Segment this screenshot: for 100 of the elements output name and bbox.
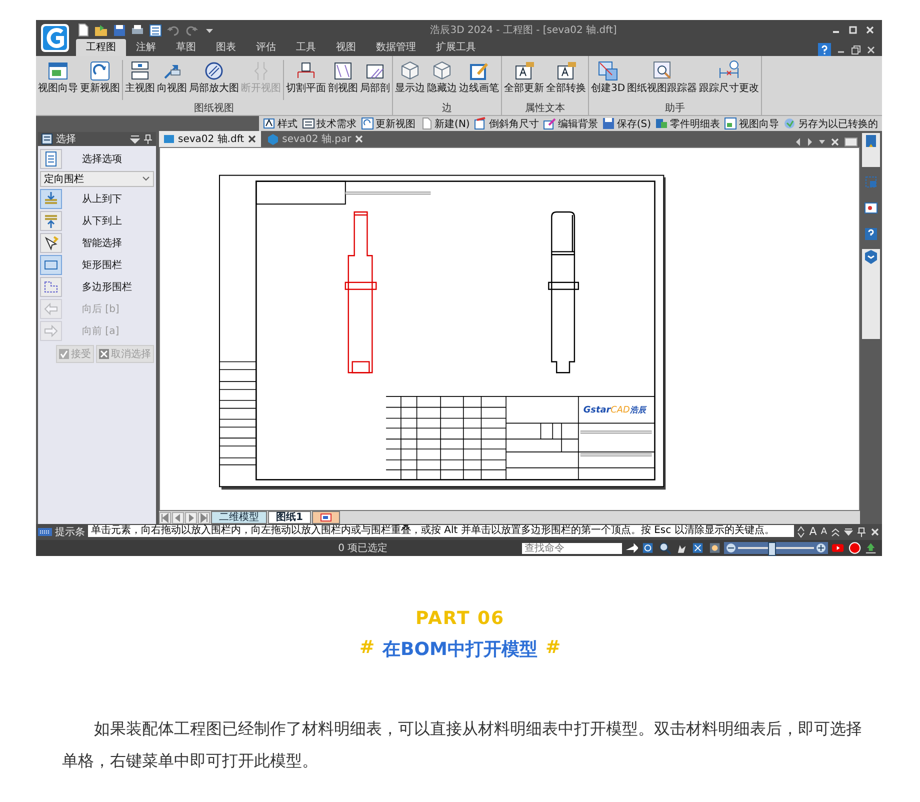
play-icon[interactable] [831,541,845,555]
sheet-nav-button[interactable] [185,512,197,524]
tool-label: 矩形围栏 [82,258,122,272]
toolbar-button[interactable]: 编辑背景 [540,116,600,131]
ribbon-button[interactable]: 全部转换 [545,58,587,95]
arrow-right-icon[interactable] [624,541,638,555]
app-logo-icon[interactable] [40,23,70,53]
image-window-icon [863,200,879,216]
collapse-icon[interactable] [831,526,840,536]
sheet-nav-button[interactable] [159,512,171,524]
ribbon-button[interactable]: 隐藏边 [426,58,458,95]
toolbar-button[interactable]: 样式 [260,116,300,131]
open-folder-icon[interactable] [94,22,109,38]
toolbar-button[interactable]: 更新视图 [358,116,418,131]
ribbon-button[interactable]: 图纸视图跟踪器 [626,58,698,95]
tab-label: seva02 轴.dft [178,132,244,146]
dropdown-arrow-icon[interactable] [130,134,140,144]
group-label: 属性文本 [524,103,566,115]
scroll-arrows-icon[interactable] [797,526,806,538]
body-paragraph: 如果装配体工程图已经制作了材料明细表，可以直接从材料明细表中打开模型。双击材料明细表后，即可选择单格，右键菜单中即可打开此模型。 [62,718,863,772]
close-icon[interactable] [864,24,876,36]
part-icon [267,133,280,145]
maximize-icon[interactable] [847,24,859,36]
ribbon-button[interactable]: 局部放大图 [188,58,240,95]
side-tab[interactable] [862,249,880,339]
pin-icon[interactable] [857,526,866,536]
zoom-in-icon[interactable] [816,543,826,553]
list-icon [302,117,315,130]
sheet-tab[interactable]: 二维模型 [211,511,267,524]
record-icon[interactable] [848,541,862,555]
zoom-slider[interactable] [724,542,828,554]
new-sheet-tab[interactable] [312,511,340,524]
options-button[interactable] [40,149,62,169]
ribbon-tab[interactable]: 图表 [206,39,246,56]
stack-up-icon [43,213,59,229]
toolbar-button[interactable]: 零件明细表 [653,116,722,131]
window-icon[interactable] [844,137,858,147]
fit-icon[interactable] [691,541,705,555]
ribbon-button[interactable]: 创建3D [590,58,626,95]
ribbon-tab[interactable]: 注解 [126,39,166,56]
tool-label: 从下到上 [82,214,122,228]
toolbar-button[interactable]: 技术需求 [300,116,359,131]
view-icon[interactable] [708,541,722,555]
ribbon-button[interactable]: 向视图 [156,58,188,95]
polygon-icon [43,279,59,295]
ribbon-tab[interactable]: 评估 [246,39,286,56]
sheet-tab[interactable]: 图纸1 [268,511,311,524]
tool-button[interactable] [40,233,62,253]
fence-dropdown[interactable]: 定向围栏 [40,171,154,187]
toolbar-button[interactable]: 视图向导 [722,116,781,131]
zoom-area-icon[interactable] [641,541,655,555]
font-size-button[interactable]: A [820,526,827,536]
ribbon-button[interactable]: 显示边 [394,58,426,95]
slider-thumb[interactable] [768,542,776,556]
close-icon[interactable] [247,134,258,144]
ribbon-tab[interactable]: 数据管理 [366,39,426,56]
ribbon-button[interactable]: 更新视图 [79,58,121,95]
prompt-label: 提示条 [55,526,85,539]
refresh-icon [360,117,374,130]
sheet-nav-button[interactable] [172,512,184,524]
ribbon-tab[interactable]: 扩展工具 [426,39,486,56]
toolbar-button[interactable]: 保存(S) [600,116,653,131]
overlapping-pages-icon [596,59,620,83]
ribbon-button[interactable]: 切割平面 [285,58,327,95]
ribbon-tab[interactable]: 草图 [166,39,206,56]
help-icon[interactable] [818,43,831,56]
ribbon-button[interactable]: 视图向导 [37,58,79,95]
command-search-field[interactable]: 查找命令 [522,542,622,554]
toolbar-button[interactable]: 倒斜角尺寸 [472,116,541,131]
hash-mark: # [359,637,375,660]
sheet-nav-button[interactable] [198,512,210,524]
dropdown-arrow-icon[interactable] [844,526,853,536]
list-icon[interactable] [148,22,163,38]
zoom-out-icon[interactable] [726,543,736,553]
pin-icon[interactable] [143,134,153,144]
prompt-text: 单击元素，向右拖动以放入围栏内，向左拖动以放入围栏内或与围栏重叠，或按 Alt 并单击以放置多边形围栏的第一个顶点。按 Esc 以清除显示的关键点。 [88,525,794,537]
scroll-left-icon[interactable] [794,137,802,147]
toolbar-button[interactable]: 另存为以已转换的 [781,116,880,131]
ribbon-button[interactable]: 边线画笔 [458,58,500,95]
tool-label: 向前 [a] [82,325,120,338]
ribbon-button[interactable]: 局部剖 [359,58,391,95]
document-tab[interactable]: seva02 轴.par [263,131,368,147]
first-icon [160,512,170,522]
ribbon-button[interactable]: 跟踪尺寸更改 [698,58,760,95]
toolbar-button[interactable]: 新建(N) [418,116,472,131]
panel-icon [41,133,53,145]
upload-icon[interactable] [864,541,878,555]
table-icon [655,117,668,130]
ribbon-button[interactable]: 主视图 [124,58,156,95]
scroll-right-icon[interactable] [806,137,814,147]
ribbon-tab[interactable]: 视图 [326,39,366,56]
restore-icon[interactable] [851,44,861,54]
ribbon-button[interactable]: 剖视图 [327,58,359,95]
document-tab[interactable]: seva02 轴.dft [159,131,262,147]
ribbon-tab[interactable]: 工具 [286,39,326,56]
ribbon-button[interactable]: 全部更新 [503,58,545,95]
ribbon-tab[interactable]: 工程图 [76,39,126,56]
zoom-icon[interactable] [658,541,672,555]
font-size-button[interactable]: A [809,525,817,538]
side-tab[interactable] [862,133,880,167]
